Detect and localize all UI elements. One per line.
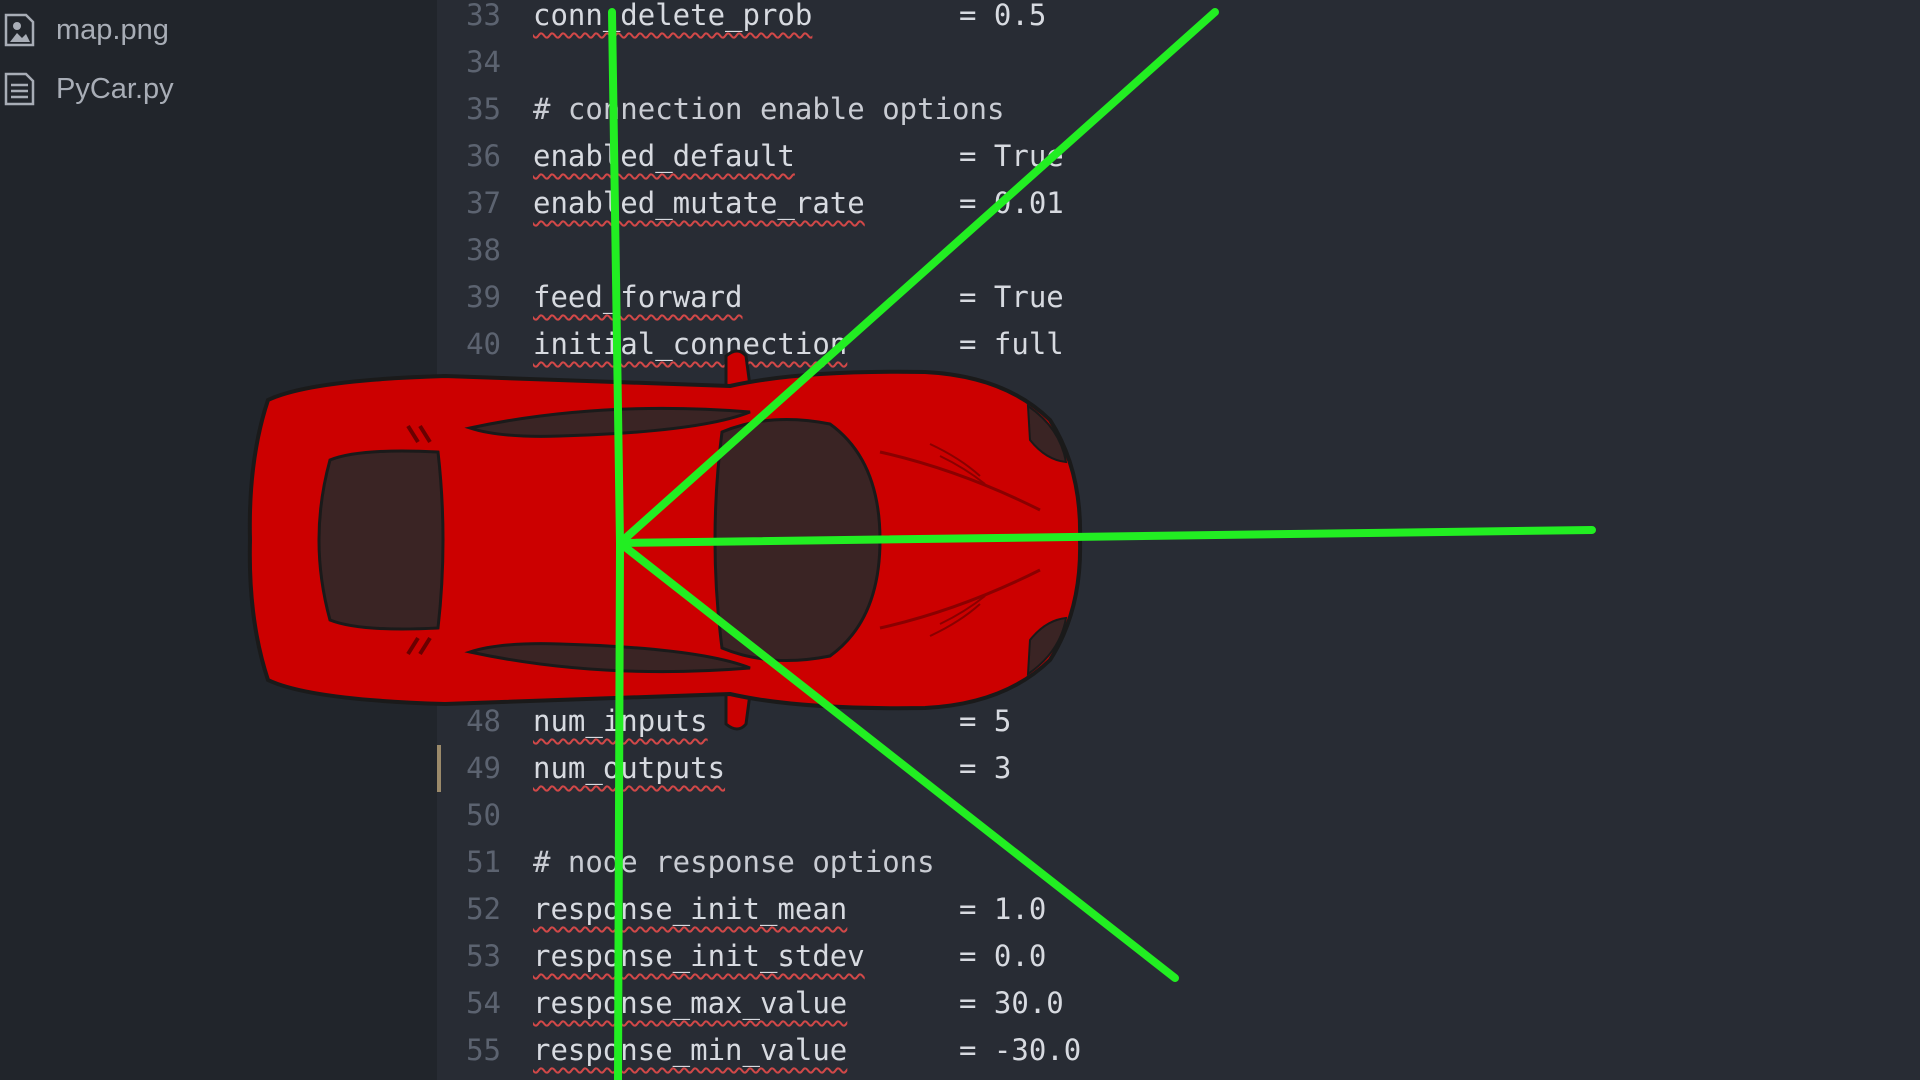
sensor-ray xyxy=(614,539,624,1080)
car-sensor-overlay xyxy=(247,8,1596,1080)
car-rear-window xyxy=(317,449,445,631)
